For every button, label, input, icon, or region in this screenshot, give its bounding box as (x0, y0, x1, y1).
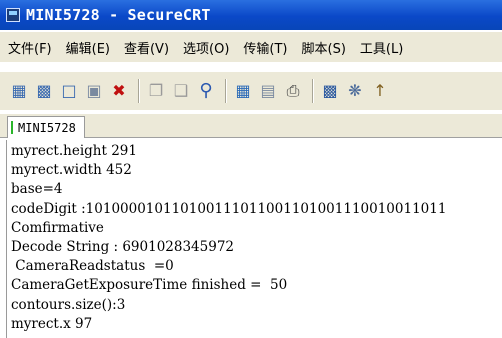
quick-connect-icon[interactable]: ▩ (33, 80, 55, 102)
terminal-output[interactable]: myrect.height 291 myrect.width 452 base=… (6, 140, 502, 338)
session-options-icon[interactable]: ▩ (319, 80, 341, 102)
find-icon[interactable]: ⚲ (195, 80, 217, 102)
menu-edit[interactable]: 编辑(E) (66, 38, 110, 57)
help-icon[interactable]: ↑ (369, 80, 391, 102)
disconnect-icon[interactable]: ✖ (108, 80, 130, 102)
terminal-line: CameraReadstatus =0 (11, 258, 174, 275)
terminal-line: codeDigit :10100001011010011101100110100… (11, 200, 447, 217)
window-title: MINI5728 - SecureCRT (26, 6, 211, 24)
tab-status-indicator (11, 121, 13, 134)
menu-file[interactable]: 文件(F) (8, 38, 52, 57)
menu-script[interactable]: 脚本(S) (302, 38, 346, 57)
toolbar-separator (225, 79, 227, 103)
menu-view[interactable]: 查看(V) (124, 38, 169, 57)
terminal-line: Comfirmative (11, 219, 104, 236)
paste-icon[interactable]: ❑ (170, 80, 192, 102)
terminal-line: contours.size():3 (11, 296, 126, 313)
menu-bar: 文件(F) 编辑(E) 查看(V) 选项(O) 传输(T) 脚本(S) 工具(L… (0, 32, 502, 62)
print-icon[interactable]: ⎙ (282, 80, 304, 102)
connect-tab-icon[interactable]: □ (58, 80, 80, 102)
global-options-icon[interactable]: ❋ (344, 80, 366, 102)
session-tab-label: MINI5728 (18, 120, 76, 135)
copy-icon[interactable]: ❐ (145, 80, 167, 102)
menu-options[interactable]: 选项(O) (183, 38, 229, 57)
terminal-line: myrect.height 291 (11, 143, 137, 159)
menu-tools[interactable]: 工具(L) (360, 38, 403, 57)
connect-icon[interactable]: ▦ (8, 80, 30, 102)
terminal-line: myrect.x 97 (11, 315, 93, 332)
print-screen-icon[interactable]: ▤ (257, 80, 279, 102)
session-tab[interactable]: MINI5728 (7, 116, 85, 138)
toolbar: ▦ ▩ □ ▣ ✖ ❐ ❑ ⚲ ▦ ▤ ⎙ ▩ ❋ ↑ (0, 72, 502, 110)
terminal-line: Decode String : 6901028345972 (11, 239, 234, 256)
session-tab-strip: MINI5728 (0, 114, 502, 138)
terminal-line: CameraGetExposureTime finished = 50 (11, 277, 288, 294)
securecrt-app-icon[interactable] (6, 8, 20, 22)
reconnect-icon[interactable]: ▣ (83, 80, 105, 102)
title-bar: MINI5728 - SecureCRT (0, 0, 502, 30)
print-setup-icon[interactable]: ▦ (232, 80, 254, 102)
menu-transfer[interactable]: 传输(T) (243, 38, 287, 57)
toolbar-separator (138, 79, 140, 103)
terminal-line: myrect.width 452 (11, 162, 132, 179)
terminal-line: base=4 (11, 181, 63, 198)
toolbar-separator (312, 79, 314, 103)
